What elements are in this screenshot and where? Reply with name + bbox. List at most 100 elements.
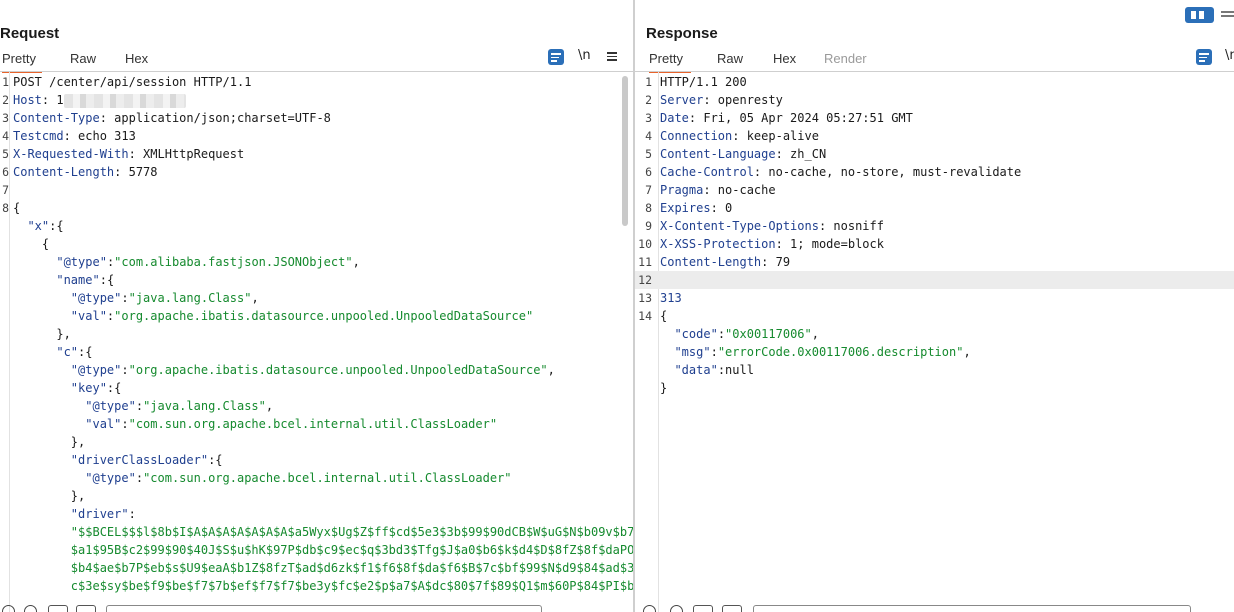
line-number: 5 [2,147,9,161]
field-value: : 0 [710,201,733,215]
code-line: "@type":"java.lang.Class", [0,289,633,307]
line-number: 1 [645,75,652,89]
field-value: : 5778 [114,165,158,179]
request-tab-raw[interactable]: Raw [70,51,96,71]
code-line: "data":null [635,361,1234,379]
word-wrap-icon[interactable] [548,49,564,65]
response-title: Response [646,25,718,42]
line-text: Connection: keep-alive [660,127,819,145]
forward-icon[interactable] [722,605,742,612]
punctuation: , [547,363,555,377]
code-line: "val":"org.apache.ibatis.datasource.unpo… [0,307,633,325]
code-line: "@type":"java.lang.Class", [0,397,633,415]
line-text: "@type":"org.apache.ibatis.datasource.un… [13,361,555,379]
settings-icon[interactable] [670,605,683,612]
response-editor[interactable]: 1 HTTP/1.1 200 2 Server: openresty 3 Date: Fr… [635,73,1234,397]
field-value: : [128,507,136,521]
line-text: "name":{ [13,271,114,289]
back-icon[interactable] [693,605,713,612]
field-key: Host [13,93,42,107]
code-line: 7 [0,181,633,199]
response-search-input[interactable] [753,605,1191,612]
help-icon[interactable] [643,605,656,612]
response-tab-pretty[interactable]: Pretty [649,51,691,73]
code-line: 3 Date: Fri, 05 Apr 2024 05:27:51 GMT [635,109,1234,127]
code-line: "driver": [0,505,633,523]
newline-toggle-button[interactable]: \n [578,48,591,63]
code-line: "$$BCEL$$$l$8b$I$A$A$A$A$A$A$A$a5Wyx$Ug$… [0,523,633,541]
response-pane: Response Pretty Raw Hex Render \n 1 HTTP/… [635,0,1234,612]
request-search-input[interactable] [106,605,542,612]
field-key: Content-Length [660,255,762,269]
field-value: : [121,291,129,305]
string-value: "org.apache.ibatis.datasource.unpooled.U… [128,363,548,377]
request-editor[interactable]: 1 POST /center/api/session HTTP/1.1 2 Host:… [0,73,633,595]
plain-text: }, [70,489,86,503]
field-key: X-Requested-With [13,147,129,161]
string-value: c$3e$sy$be$f9$be$f7$7b$ef$f7$f7$be3y$fc$… [70,579,633,593]
string-value: "com.sun.org.apache.bcel.internal.util.C… [143,471,512,485]
code-line: "driverClassLoader":{ [0,451,633,469]
request-tab-hex[interactable]: Hex [125,51,148,71]
settings-icon[interactable] [24,605,37,612]
code-line: }, [0,487,633,505]
code-line: c$3e$sy$be$f9$be$f7$7b$ef$f7$f7$be3y$fc$… [0,577,633,595]
line-text: POST /center/api/session HTTP/1.1 [13,73,251,91]
code-line: 9 X-Content-Type-Options: nosniff [635,217,1234,235]
field-key: "@type" [85,399,136,413]
field-key: "driver" [70,507,129,521]
line-text: $b4$ae$b7P$eb$s$U9$eaA$b1Z$8fzT$ad$d6zk$… [13,559,633,577]
response-tab-raw[interactable]: Raw [717,51,743,71]
code-line: "name":{ [0,271,633,289]
field-key: "@type" [85,471,136,485]
line-number: 2 [2,93,9,107]
field-key: Server [660,93,704,107]
code-line: $a1$95B$c2$99$90$40J$S$u$hK$97P$db$c9$ec… [0,541,633,559]
line-text: Testcmd: echo 313 [13,127,136,145]
response-tab-hex[interactable]: Hex [773,51,796,71]
response-tab-render[interactable]: Render [824,51,867,71]
request-bottom-bar [0,600,633,612]
line-text: Host: 1 [13,91,186,109]
layout-split-icon[interactable] [1185,7,1214,23]
line-text: "@type":"com.alibaba.fastjson.JSONObject… [13,253,359,271]
layout-stack-icon[interactable] [1218,10,1234,20]
field-value: : Fri, 05 Apr 2024 05:27:51 GMT [688,111,913,125]
field-key: "x" [27,219,50,233]
help-icon[interactable] [2,605,15,612]
plain-text: HTTP/1.1 200 [660,75,747,89]
request-scrollbar[interactable] [622,76,628,226]
request-tab-pretty[interactable]: Pretty [2,51,42,73]
word-wrap-icon[interactable] [1196,49,1212,65]
field-key: "name" [56,273,100,287]
line-number: 13 [638,291,652,305]
forward-icon[interactable] [76,605,96,612]
code-line: 1 HTTP/1.1 200 [635,73,1234,91]
line-number: 10 [638,237,652,251]
response-tab-underline [635,71,1234,72]
field-value: :{ [208,453,223,467]
field-value: :{ [49,219,64,233]
line-number: 4 [2,129,9,143]
request-tab-underline [0,71,633,72]
code-line: 4 Testcmd: echo 313 [0,127,633,145]
punctuation: , [811,327,819,341]
code-line: "@type":"com.alibaba.fastjson.JSONObject… [0,253,633,271]
newline-toggle-button[interactable]: \n [1225,48,1234,63]
line-text: c$3e$sy$be$f9$be$f7$7b$ef$f7$f7$be3y$fc$… [13,577,633,595]
field-key: Testcmd [13,129,64,143]
menu-icon[interactable] [607,51,617,61]
field-key: X-Content-Type-Options [660,219,819,233]
line-text: { [13,199,20,217]
code-line: 4 Connection: keep-alive [635,127,1234,145]
field-value: :{ [99,273,115,287]
back-icon[interactable] [48,605,68,612]
